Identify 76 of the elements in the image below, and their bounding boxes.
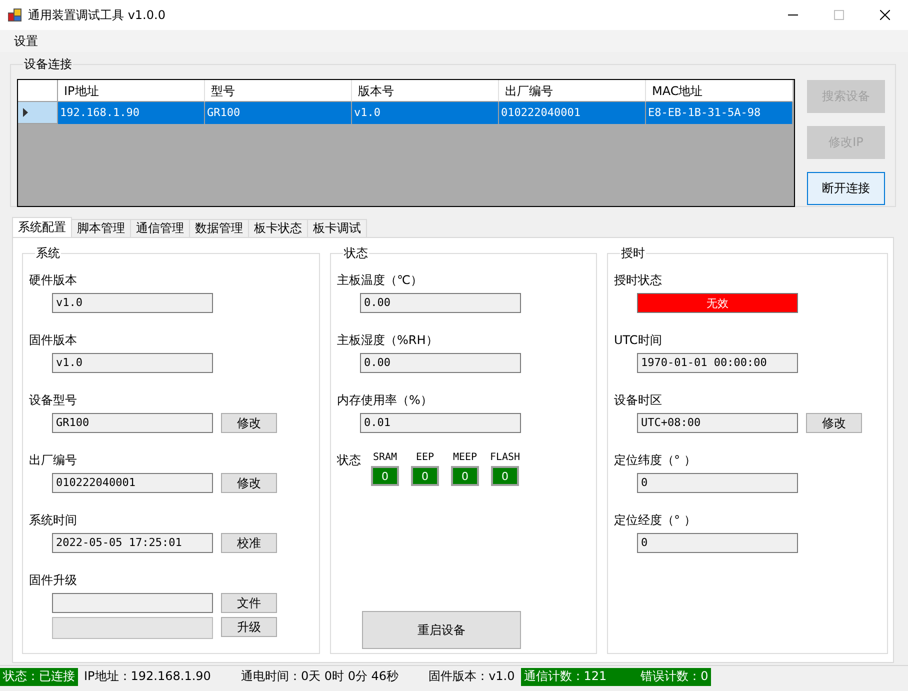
column-header[interactable]: 出厂编号 (499, 80, 646, 102)
row-pointer-icon (23, 108, 28, 117)
field-label: 主板温度（℃） (337, 272, 424, 289)
close-icon[interactable] (880, 10, 890, 20)
group-title: 系统 (35, 245, 61, 262)
table-cell: v1.0 (352, 102, 499, 124)
column-header[interactable]: 型号 (205, 80, 352, 102)
column-header[interactable]: 版本号 (352, 80, 499, 102)
value-field: v1.0 (52, 353, 213, 373)
value-field: GR100 (52, 413, 213, 433)
value-field: 1970-01-01 00:00:00 (637, 353, 798, 373)
field-label: 主板湿度（%RH） (337, 332, 439, 349)
field-label: 设备型号 (29, 392, 78, 409)
action-button[interactable]: 修改 (806, 413, 862, 433)
tab[interactable]: 板卡状态 (248, 219, 308, 237)
column-header[interactable]: MAC地址 (646, 80, 793, 102)
value-field: 0.00 (360, 353, 521, 373)
tab[interactable]: 数据管理 (189, 219, 249, 237)
status-text: 状态：已连接 (3, 668, 75, 685)
status-text: 错误计数：0 (640, 668, 708, 685)
table-cell: E8-EB-1B-31-5A-98 (646, 102, 793, 124)
status-text: 通信计数：121 (524, 668, 607, 685)
flag-label: MEEP (452, 452, 478, 463)
field-label: UTC时间 (614, 332, 663, 349)
table-cell: 010222040001 (499, 102, 646, 124)
field-label: 出厂编号 (29, 452, 78, 469)
field-label: 内存使用率（%） (337, 392, 434, 409)
field-label: 固件升级 (29, 572, 78, 589)
table-cell: GR100 (205, 102, 352, 124)
status-indicator: 0 (451, 466, 479, 486)
group-title: 状态 (343, 245, 369, 262)
upgrade-button[interactable]: 升级 (221, 617, 277, 637)
field-label: 授时状态 (614, 272, 663, 289)
status-text: 通电时间：0天 0时 0分 46秒 (240, 668, 399, 685)
group-title: 设备连接 (23, 56, 73, 73)
file-field[interactable] (52, 593, 213, 613)
flag-label: SRAM (372, 452, 398, 463)
field-label: 硬件版本 (29, 272, 78, 289)
status-indicator: 0 (411, 466, 439, 486)
status-text: IP地址：192.168.1.90 (84, 668, 211, 685)
menu-item[interactable]: 设置 (8, 32, 44, 50)
column-header[interactable]: IP地址 (58, 80, 205, 102)
value-field: 0 (637, 473, 798, 493)
status-text: 固件版本：v1.0 (428, 668, 515, 685)
value-field: 010222040001 (52, 473, 213, 493)
field-label: 状态 (337, 452, 361, 469)
file-button[interactable]: 文件 (221, 593, 277, 613)
value-field: 2022-05-05 17:25:01 (52, 533, 213, 553)
field-label: 定位纬度（° ） (614, 452, 697, 469)
field-label: 系统时间 (29, 512, 78, 529)
field-label: 定位经度（° ） (614, 512, 697, 529)
value-field: 0 (637, 533, 798, 553)
value-field: 0.00 (360, 293, 521, 313)
group-title: 授时 (620, 245, 646, 262)
value-field: v1.0 (52, 293, 213, 313)
table-cell: 192.168.1.90 (58, 102, 205, 124)
flag-label: EEP (416, 452, 434, 463)
tab[interactable]: 板卡调试 (307, 219, 367, 237)
action-button[interactable]: 断开连接 (807, 172, 885, 205)
status-indicator: 0 (491, 466, 519, 486)
value-field: UTC+08:00 (637, 413, 798, 433)
tab[interactable]: 脚本管理 (71, 219, 131, 237)
tab[interactable]: 系统配置 (12, 217, 72, 237)
action-button[interactable]: 修改 (221, 473, 277, 493)
window-title: 通用装置调试工具 v1.0.0 (28, 6, 166, 24)
status-indicator: 0 (371, 466, 399, 486)
status-field: 无效 (637, 293, 798, 313)
app-icon (8, 8, 22, 22)
action-button[interactable]: 修改 (221, 413, 277, 433)
restart-button[interactable]: 重启设备 (362, 611, 521, 649)
flag-label: FLASH (490, 452, 520, 463)
action-button[interactable]: 校准 (221, 533, 277, 553)
tab[interactable]: 通信管理 (130, 219, 190, 237)
value-field: 0.01 (360, 413, 521, 433)
field-label: 设备时区 (614, 392, 663, 409)
field-label: 固件版本 (29, 332, 78, 349)
